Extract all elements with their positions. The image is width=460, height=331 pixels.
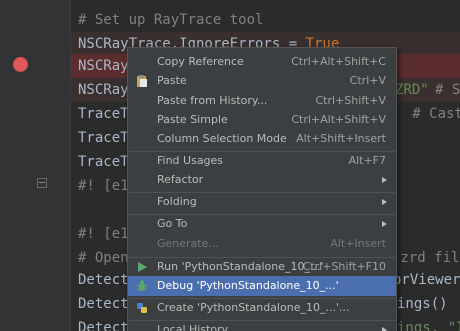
settings-call: ings() xyxy=(397,296,448,312)
submenu-arrow-icon xyxy=(382,199,387,205)
breakpoint-icon[interactable] xyxy=(13,57,28,72)
menu-item-folding[interactable]: Folding xyxy=(128,192,396,212)
viewer-call: orViewer() xyxy=(393,272,460,288)
debug-bug-icon xyxy=(135,279,149,293)
clipboard-icon xyxy=(135,74,149,88)
menu-item-refactor[interactable]: Refactor xyxy=(128,170,396,190)
menu-item-paste-from-history[interactable]: Paste from History... Ctrl+Shift+V xyxy=(128,91,396,111)
cast-comment: ) # Cast xyxy=(387,106,460,122)
submenu-arrow-icon xyxy=(382,221,387,227)
submenu-arrow-icon xyxy=(382,177,387,183)
menu-item-generate[interactable]: Generate... Alt+Insert xyxy=(128,234,396,254)
menu-item-go-to[interactable]: Go To xyxy=(128,214,396,234)
code-line-1: # Set up RayTrace tool xyxy=(78,12,264,28)
menu-item-find-usages[interactable]: Find Usages Alt+F7 xyxy=(128,151,396,171)
editor-gutter[interactable] xyxy=(0,0,71,331)
menu-item-local-history[interactable]: Local History xyxy=(128,320,396,331)
context-menu: Copy Reference Ctrl+Alt+Shift+C Paste Ct… xyxy=(127,47,397,331)
fold-toggle-icon[interactable] xyxy=(37,178,47,188)
ias-string: ings. "IAS_ xyxy=(397,320,460,331)
zrd-file-comment: .zrd fil xyxy=(392,250,460,266)
menu-item-copy-reference[interactable]: Copy Reference Ctrl+Alt+Shift+C xyxy=(128,52,396,72)
submenu-arrow-icon xyxy=(382,327,387,331)
run-triangle-icon xyxy=(135,260,149,274)
menu-item-column-selection-mode[interactable]: Column Selection Mode Alt+Shift+Insert xyxy=(128,129,396,149)
python-config-icon xyxy=(135,301,149,315)
menu-item-debug[interactable]: Debug 'PythonStandalone_10_...' xyxy=(128,276,396,296)
zrd-string: ZRD" xyxy=(395,82,429,98)
menu-item-create-configuration[interactable]: Create 'PythonStandalone_10_...'... xyxy=(128,298,396,318)
menu-item-paste[interactable]: Paste Ctrl+V xyxy=(128,71,396,91)
menu-item-paste-simple[interactable]: Paste Simple Ctrl+Alt+Shift+V xyxy=(128,110,396,130)
menu-item-run[interactable]: Run 'PythonStandalone_10_...' Ctrl+Shift… xyxy=(128,257,396,277)
zrd-comment: # S xyxy=(435,82,460,98)
